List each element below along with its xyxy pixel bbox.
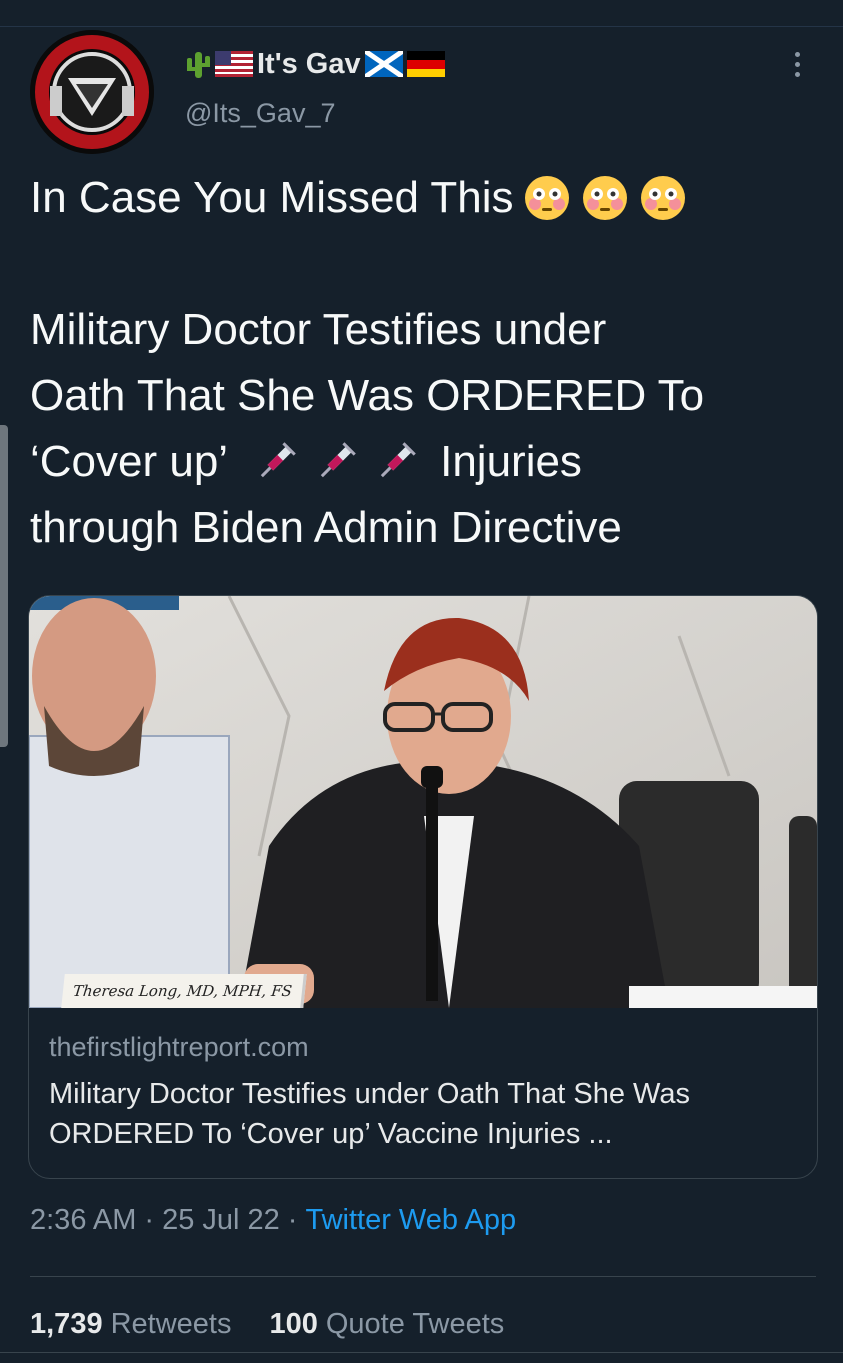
tweet-source-link[interactable]: Twitter Web App bbox=[305, 1204, 516, 1237]
cactus-icon bbox=[187, 52, 210, 78]
tweet-text: In Case You Missed This Military Doctor … bbox=[30, 165, 820, 561]
us-flag-icon bbox=[215, 51, 253, 77]
tweet-time[interactable]: 2:36 AM bbox=[30, 1204, 136, 1237]
user-handle[interactable]: @Its_Gav_7 bbox=[185, 98, 335, 129]
card-image[interactable]: Theresa Long, MD, MPH, FS bbox=[29, 596, 817, 1008]
engagement-stats: 1,739 Retweets 100 Quote Tweets bbox=[30, 1308, 504, 1341]
tweet-line-1-text: In Case You Missed This bbox=[30, 173, 514, 222]
flushed-face-icon bbox=[583, 176, 628, 220]
germany-flag-icon bbox=[406, 51, 445, 77]
syringe-icon bbox=[260, 442, 296, 478]
flushed-face-icon bbox=[641, 176, 686, 220]
link-preview-card[interactable]: Theresa Long, MD, MPH, FS thefirstlightr… bbox=[28, 595, 818, 1179]
tweet-line-3: Oath That She Was ORDERED To bbox=[30, 371, 705, 420]
syringe-icon bbox=[380, 442, 416, 478]
tweet-line-1: In Case You Missed This bbox=[30, 165, 820, 231]
scotland-flag-icon bbox=[364, 51, 403, 77]
card-title[interactable]: Military Doctor Testifies under Oath Tha… bbox=[49, 1074, 799, 1154]
quote-tweets-count[interactable]: 100 bbox=[269, 1308, 317, 1341]
avatar-logo-icon bbox=[30, 30, 154, 154]
top-divider bbox=[0, 26, 843, 27]
divider bbox=[30, 1276, 816, 1277]
tweet-line-5: through Biden Admin Directive bbox=[30, 503, 622, 552]
avatar[interactable] bbox=[30, 30, 154, 154]
display-name[interactable]: It's Gav bbox=[185, 44, 445, 84]
tweet-date[interactable]: 25 Jul 22 bbox=[162, 1204, 280, 1237]
card-photo-icon bbox=[29, 596, 817, 1008]
bottom-divider bbox=[0, 1352, 843, 1353]
retweets-count[interactable]: 1,739 bbox=[30, 1308, 103, 1341]
lower-third-caption: Theresa Long, MD, MPH, FS bbox=[61, 974, 307, 1008]
meta-separator: · bbox=[144, 1204, 155, 1236]
card-domain[interactable]: thefirstlightreport.com bbox=[49, 1032, 309, 1063]
more-options-icon[interactable] bbox=[780, 44, 814, 84]
tweet-line-4-after: Injuries bbox=[440, 437, 582, 486]
scroll-indicator[interactable] bbox=[0, 425, 8, 747]
meta-separator: · bbox=[287, 1204, 298, 1236]
syringe-icon bbox=[320, 442, 356, 478]
retweets-label[interactable]: Retweets bbox=[111, 1308, 232, 1341]
tweet-line-4-before: ‘Cover up’ bbox=[30, 437, 229, 486]
quote-tweets-label[interactable]: Quote Tweets bbox=[326, 1308, 504, 1341]
flushed-face-icon bbox=[525, 176, 570, 220]
tweet-meta: 2:36 AM · 25 Jul 22 · Twitter Web App bbox=[30, 1204, 516, 1237]
tweet-line-4: ‘Cover up’ Injuries bbox=[30, 429, 820, 495]
tweet-line-2: Military Doctor Testifies under bbox=[30, 305, 607, 354]
display-name-text: It's Gav bbox=[257, 47, 361, 80]
